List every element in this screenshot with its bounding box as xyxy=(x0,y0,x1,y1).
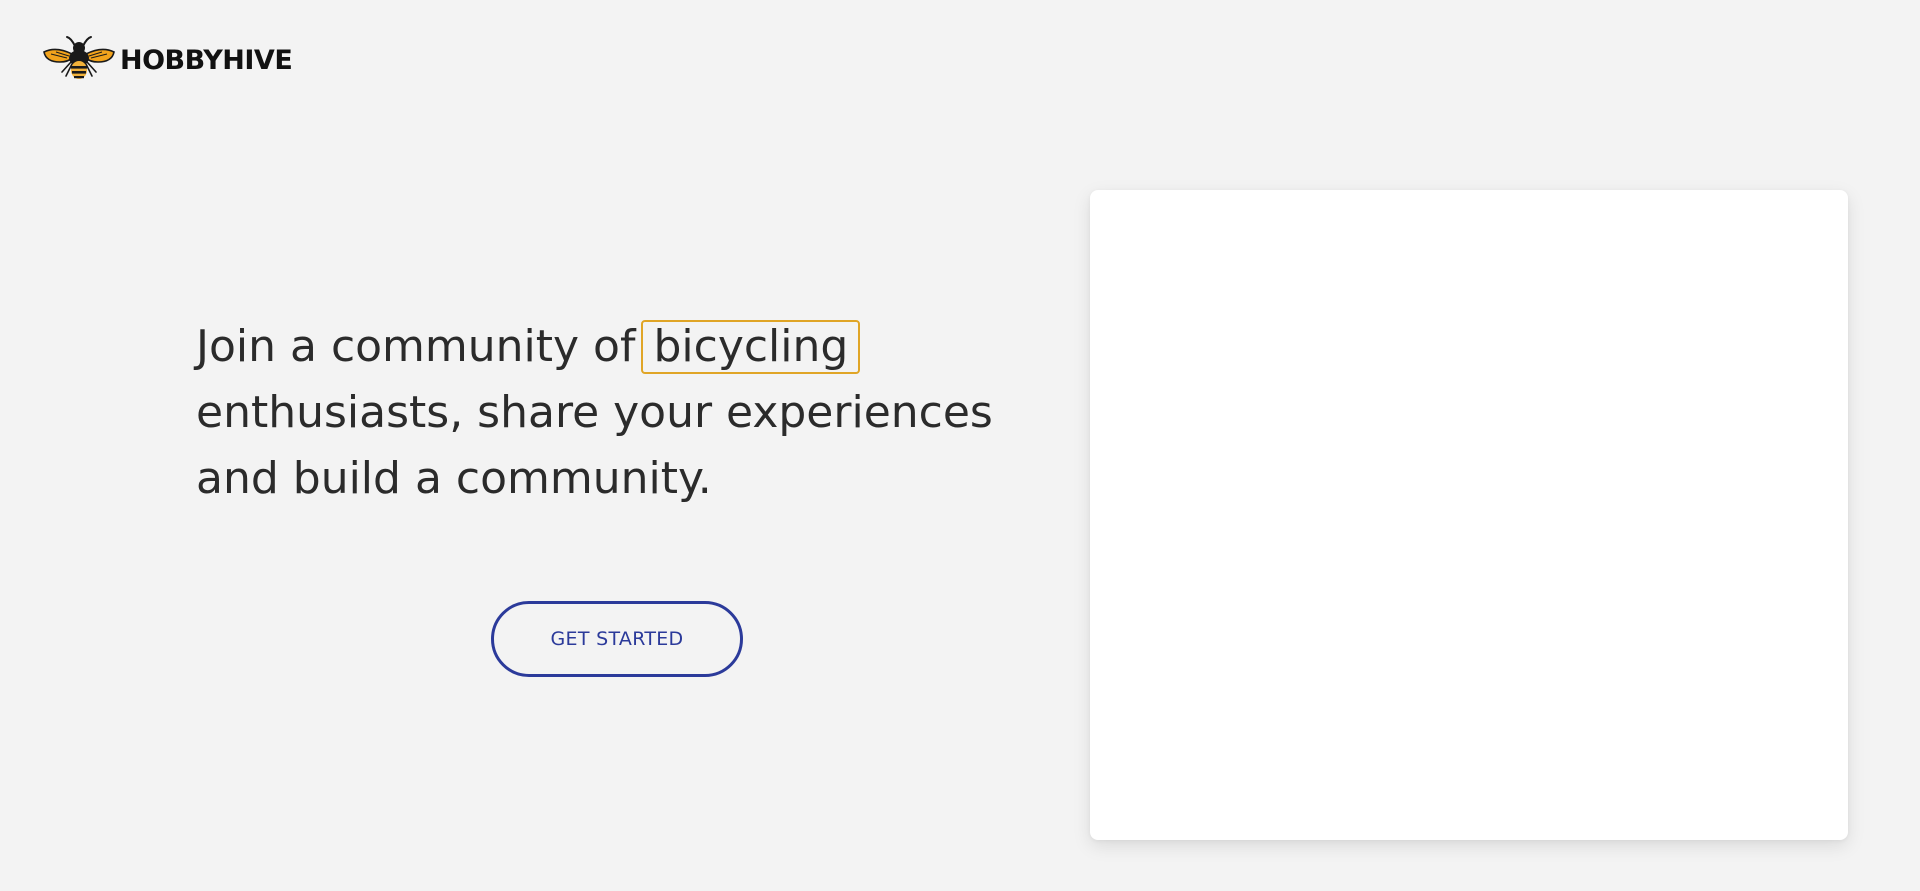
brand-name: HOBBYHIVE xyxy=(120,44,293,76)
hero-text-before: Join a community of xyxy=(196,321,636,372)
get-started-button[interactable]: GET STARTED xyxy=(491,601,743,677)
hero-headline: Join a community of bicycling enthusiasts… xyxy=(196,314,1016,512)
hobby-highlight: bicycling xyxy=(641,320,861,374)
bee-icon xyxy=(43,36,115,79)
hero-text-line2: enthusiasts, share your experiences xyxy=(196,387,993,438)
logo-link[interactable]: HOBBYHIVE xyxy=(42,34,293,86)
hero-text-line3: and build a community. xyxy=(196,453,712,504)
header: HOBBYHIVE xyxy=(42,34,293,86)
landing-page: HOBBYHIVE Join a community of bicycling e… xyxy=(0,0,1920,891)
preview-panel xyxy=(1090,190,1848,840)
